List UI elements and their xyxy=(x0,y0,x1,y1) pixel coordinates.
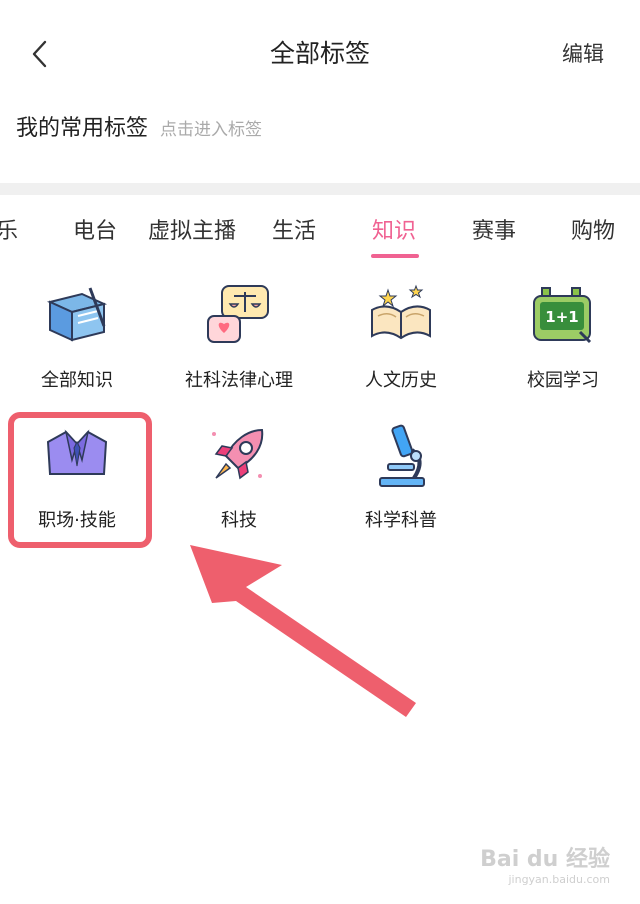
annotation-arrow xyxy=(190,545,416,717)
watermark-logo: Bai du 经验 xyxy=(480,847,610,872)
watermark: Bai du 经验 jingyan.baidu.com xyxy=(480,841,610,886)
watermark-url: jingyan.baidu.com xyxy=(508,873,610,886)
